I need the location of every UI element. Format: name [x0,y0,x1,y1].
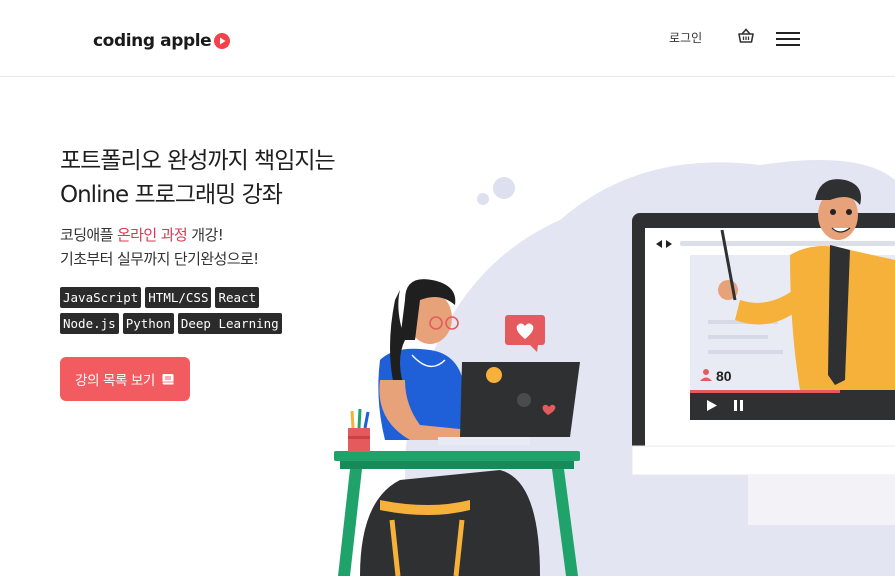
tag-row-1: JavaScript HTML/CSS React [60,287,320,308]
bubble-large [493,177,515,199]
basket-icon[interactable] [737,28,755,44]
hero-illustration: 80 [334,160,895,576]
play-icon [214,33,231,49]
viewer-count: 80 [716,368,732,384]
tag-deep-learning: Deep Learning [177,313,282,334]
tag-javascript: JavaScript [60,287,142,308]
tech-tags: JavaScript HTML/CSS React Node.js Python… [60,287,320,339]
tag-python: Python [122,313,174,334]
bubble-small [477,193,489,205]
login-link[interactable]: 로그인 [669,29,702,46]
hero-subtitle-line2: 기초부터 실무까지 단기완성으로! [60,250,259,268]
hero-subtitle: 코딩애플 온라인 과정 개강! 기초부터 실무까지 단기완성으로! [60,223,360,271]
tag-nodejs: Node.js [60,313,119,334]
hamburger-menu-icon[interactable] [776,32,800,46]
tag-react: React [215,287,260,308]
course-list-button[interactable]: 강의 목록 보기 [60,357,190,401]
pencil-cup [348,408,370,452]
course-list-button-label: 강의 목록 보기 [75,373,155,389]
site-header: coding apple 로그인 [0,0,895,77]
tag-html-css: HTML/CSS [145,287,212,308]
tag-row-2: Node.js Python Deep Learning [60,313,320,334]
logo[interactable]: coding apple [93,30,231,52]
hero-subtitle-line1: 코딩애플 온라인 과정 개강! [60,226,224,244]
course-highlight: 온라인 과정 [116,226,188,244]
book-icon [162,373,174,384]
logo-text: coding apple [93,31,212,51]
